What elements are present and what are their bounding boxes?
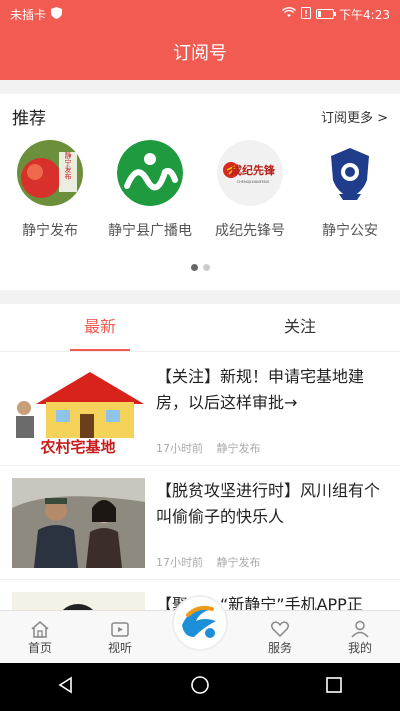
recommend-item-label: 静宁县广播电	[108, 223, 192, 239]
recommend-item-police[interactable]: 静宁公安	[300, 140, 400, 240]
recommend-item-radio[interactable]: 静宁县广播电	[100, 140, 200, 240]
carousel-dot-active[interactable]	[190, 264, 198, 271]
apple-logo-icon: 静宁发布	[17, 140, 83, 206]
status-bar: 未插卡 下午4:23	[0, 0, 400, 28]
news-list: 农村宅基地 【关注】新规！申请宅基地建房，以后这样审批→ 17小时前 静宁发布 …	[0, 352, 400, 610]
user-icon	[320, 619, 400, 639]
subscribe-more-link[interactable]: 订阅更多 >	[321, 107, 388, 126]
news-source: 静宁发布	[216, 442, 261, 455]
section-divider	[0, 290, 400, 304]
nav-center[interactable]	[160, 595, 240, 663]
shield-icon	[51, 6, 63, 22]
news-item[interactable]: 农村宅基地 【关注】新规！申请宅基地建房，以后这样审批→ 17小时前 静宁发布	[0, 352, 400, 466]
broadcast-logo-icon	[117, 140, 183, 206]
news-thumbnail-people	[12, 478, 145, 568]
recommend-item-chengji-pioneer[interactable]: 成纪先锋 CHENGJIXIANFENG 成纪先锋号	[200, 140, 300, 240]
nav-label: 视听	[107, 641, 132, 655]
page-title: 订阅号	[0, 28, 400, 80]
party-logo-icon: 成纪先锋 CHENGJIXIANFENG	[217, 140, 283, 206]
recommend-title: 推荐	[12, 109, 46, 129]
news-item[interactable]: 【脱贫攻坚进行时】风川组有个叫偷偷子的快乐人 17小时前 静宁发布	[0, 466, 400, 580]
feed-tabs: 最新 关注	[0, 304, 400, 352]
news-source: 静宁发布	[216, 556, 261, 569]
news-time: 17小时前	[156, 556, 203, 569]
section-divider	[0, 80, 400, 94]
nav-video[interactable]: 视听	[80, 611, 160, 663]
video-icon	[80, 619, 160, 639]
nav-label: 首页	[27, 641, 52, 655]
heart-icon	[240, 619, 320, 639]
svg-text:农村宅基地: 农村宅基地	[39, 438, 115, 454]
battery-icon	[316, 9, 337, 19]
nav-label: 服务	[267, 641, 292, 655]
nav-service[interactable]: 服务	[240, 611, 320, 663]
carrier-label: 未插卡	[10, 7, 47, 22]
recommend-section: 推荐 订阅更多 > 静宁发布 静宁发布 静宁县广播电 成纪先锋 CHENGJIX…	[0, 94, 400, 290]
home-circle-icon[interactable]	[190, 675, 210, 699]
recommend-item-jingning-release[interactable]: 静宁发布 静宁发布	[0, 140, 100, 240]
news-meta: 17小时前 静宁发布	[156, 554, 271, 570]
recommend-item-label: 静宁发布	[22, 223, 78, 239]
tab-latest[interactable]: 最新	[0, 304, 200, 351]
news-thumbnail-house: 农村宅基地	[12, 364, 145, 454]
back-icon[interactable]	[57, 676, 75, 698]
news-time: 17小时前	[156, 442, 203, 455]
recommend-item-label: 静宁公安	[322, 223, 378, 239]
bottom-nav: 首页 视听 服务 我的	[0, 595, 400, 663]
news-title: 【关注】新规！申请宅基地建房，以后这样审批→	[156, 367, 365, 412]
recommend-list: 静宁发布 静宁发布 静宁县广播电 成纪先锋 CHENGJIXIANFENG 成纪…	[0, 140, 400, 240]
svg-text:CHENGJIXIANFENG: CHENGJIXIANFENG	[237, 180, 270, 184]
nav-home[interactable]: 首页	[0, 611, 80, 663]
news-meta: 17小时前 静宁发布	[156, 440, 271, 456]
tab-following[interactable]: 关注	[200, 304, 400, 351]
home-icon	[0, 619, 80, 639]
nav-mine[interactable]: 我的	[320, 611, 400, 663]
wifi-icon	[282, 7, 297, 21]
carousel-indicator	[0, 264, 400, 271]
system-nav-bar	[0, 663, 400, 711]
recents-icon[interactable]	[325, 676, 343, 698]
carousel-dot[interactable]	[202, 264, 210, 271]
recommend-item-label: 成纪先锋号	[215, 223, 285, 239]
police-badge-icon	[317, 140, 383, 206]
sim-alert-icon	[301, 6, 312, 22]
nav-label: 我的	[347, 641, 372, 655]
news-title: 【脱贫攻坚进行时】风川组有个叫偷偷子的快乐人	[156, 481, 381, 526]
svg-text:成纪先锋: 成纪先锋	[231, 163, 276, 177]
app-logo-icon	[172, 595, 228, 651]
news-thumbnail-app	[12, 592, 145, 610]
svg-text:静宁发布: 静宁发布	[64, 151, 72, 181]
clock: 下午4:23	[339, 7, 390, 22]
